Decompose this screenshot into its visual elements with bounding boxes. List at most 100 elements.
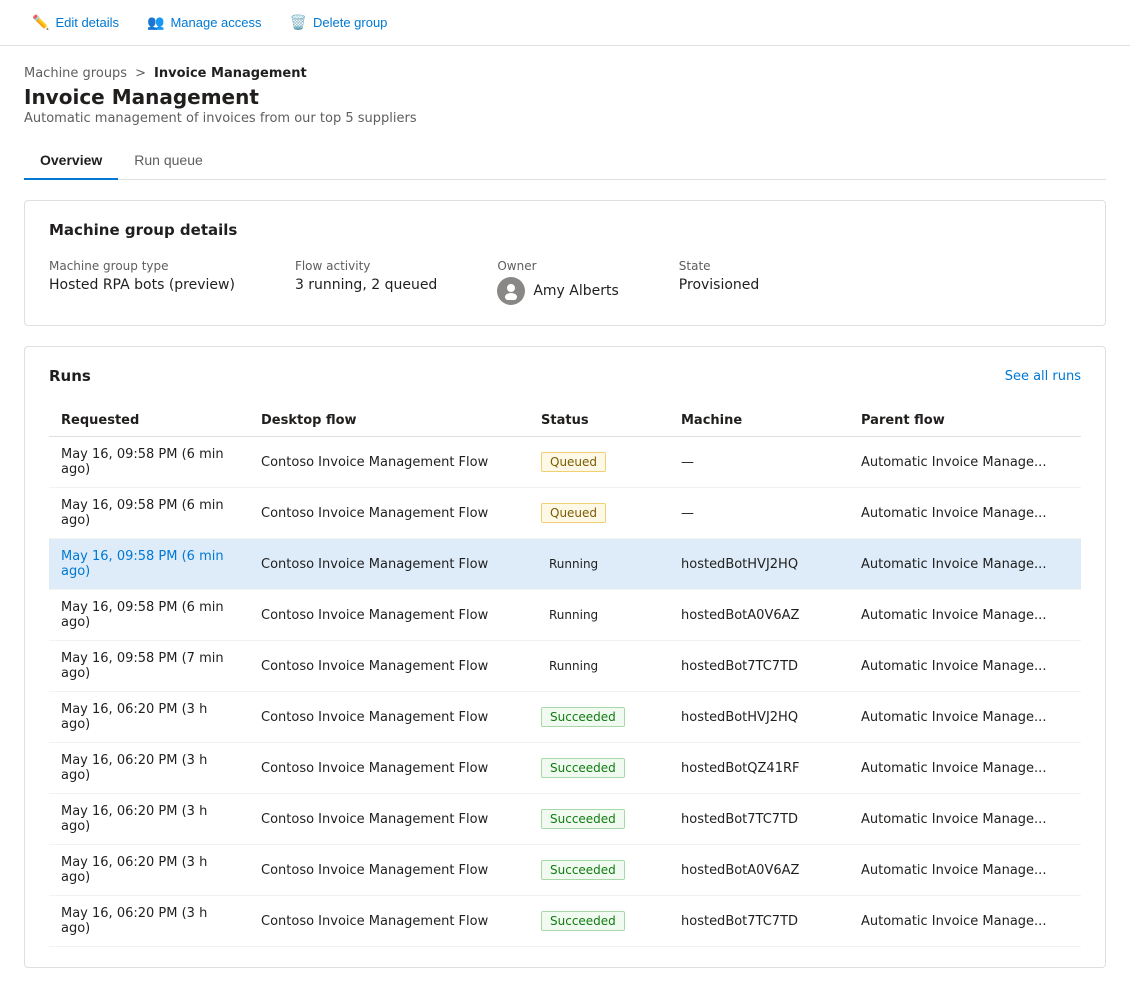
cell-status: Queued bbox=[529, 488, 669, 539]
flow-activity-detail: Flow activity 3 running, 2 queued bbox=[295, 259, 437, 293]
status-badge: Running bbox=[541, 606, 606, 624]
cell-machine: hostedBotA0V6AZ bbox=[669, 590, 849, 641]
see-all-runs-link[interactable]: See all runs bbox=[1005, 369, 1081, 384]
status-badge: Succeeded bbox=[541, 707, 625, 727]
table-row[interactable]: May 16, 09:58 PM (6 min ago) Contoso Invo… bbox=[49, 539, 1081, 590]
cell-desktop-flow: Contoso Invoice Management Flow bbox=[249, 845, 529, 896]
status-badge: Succeeded bbox=[541, 809, 625, 829]
cell-status: Succeeded bbox=[529, 743, 669, 794]
breadcrumb-parent[interactable]: Machine groups bbox=[24, 66, 127, 81]
flow-activity-label: Flow activity bbox=[295, 259, 437, 273]
status-badge: Queued bbox=[541, 503, 606, 523]
cell-desktop-flow: Contoso Invoice Management Flow bbox=[249, 590, 529, 641]
cell-parent-flow: Automatic Invoice Manage... bbox=[849, 845, 1081, 896]
cell-machine: — bbox=[669, 488, 849, 539]
table-row[interactable]: May 16, 09:58 PM (6 min ago)Contoso Invo… bbox=[49, 590, 1081, 641]
state-value: Provisioned bbox=[679, 277, 760, 293]
col-header-desktop-flow: Desktop flow bbox=[249, 405, 529, 437]
cell-machine: hostedBot7TC7TD bbox=[669, 896, 849, 947]
cell-requested[interactable]: May 16, 09:58 PM (6 min ago) bbox=[49, 539, 249, 590]
details-grid: Machine group type Hosted RPA bots (prev… bbox=[49, 259, 1081, 305]
status-badge: Succeeded bbox=[541, 758, 625, 778]
delete-group-button[interactable]: 🗑️ Delete group bbox=[278, 8, 400, 37]
type-value: Hosted RPA bots (preview) bbox=[49, 277, 235, 293]
tab-run-queue[interactable]: Run queue bbox=[118, 142, 219, 180]
cell-requested: May 16, 06:20 PM (3 h ago) bbox=[49, 896, 249, 947]
manage-access-button[interactable]: 👥 Manage access bbox=[135, 8, 274, 37]
cell-status: Succeeded bbox=[529, 692, 669, 743]
cell-requested: May 16, 09:58 PM (6 min ago) bbox=[49, 488, 249, 539]
col-header-parent-flow: Parent flow bbox=[849, 405, 1081, 437]
cell-status: Succeeded bbox=[529, 896, 669, 947]
page-title: Invoice Management bbox=[24, 85, 1106, 109]
cell-machine: hostedBotA0V6AZ bbox=[669, 845, 849, 896]
cell-parent-flow: Automatic Invoice Manage... bbox=[849, 692, 1081, 743]
cell-machine: hostedBotHVJ2HQ bbox=[669, 539, 849, 590]
edit-icon: ✏️ bbox=[32, 14, 49, 31]
type-detail: Machine group type Hosted RPA bots (prev… bbox=[49, 259, 235, 293]
cell-status: Queued bbox=[529, 437, 669, 488]
manage-label: Manage access bbox=[170, 15, 261, 30]
manage-icon: 👥 bbox=[147, 14, 164, 31]
breadcrumb-separator: > bbox=[135, 66, 146, 81]
runs-table: Requested Desktop flow Status Machine Pa… bbox=[49, 405, 1081, 947]
delete-label: Delete group bbox=[313, 15, 387, 30]
table-row[interactable]: May 16, 06:20 PM (3 h ago)Contoso Invoic… bbox=[49, 692, 1081, 743]
state-label: State bbox=[679, 259, 760, 273]
cell-status: Running bbox=[529, 590, 669, 641]
owner-container: Amy Alberts bbox=[497, 277, 618, 305]
cell-parent-flow: Automatic Invoice Manage... bbox=[849, 794, 1081, 845]
cell-machine: hostedBot7TC7TD bbox=[669, 641, 849, 692]
tab-overview[interactable]: Overview bbox=[24, 142, 118, 180]
breadcrumb: Machine groups > Invoice Management bbox=[24, 66, 1106, 81]
runs-title: Runs bbox=[49, 367, 91, 385]
col-header-status: Status bbox=[529, 405, 669, 437]
cell-status: Running bbox=[529, 641, 669, 692]
cell-machine: hostedBotQZ41RF bbox=[669, 743, 849, 794]
table-row[interactable]: May 16, 06:20 PM (3 h ago)Contoso Invoic… bbox=[49, 743, 1081, 794]
cell-parent-flow: Automatic Invoice Manage... bbox=[849, 590, 1081, 641]
machine-group-details-card: Machine group details Machine group type… bbox=[24, 200, 1106, 326]
cell-status: Succeeded bbox=[529, 845, 669, 896]
runs-card: Runs See all runs Requested Desktop flow… bbox=[24, 346, 1106, 968]
cell-machine: hostedBot7TC7TD bbox=[669, 794, 849, 845]
flow-activity-value: 3 running, 2 queued bbox=[295, 277, 437, 293]
tabs-container: Overview Run queue bbox=[24, 142, 1106, 180]
status-badge: Running bbox=[541, 555, 606, 573]
cell-desktop-flow: Contoso Invoice Management Flow bbox=[249, 641, 529, 692]
cell-status: Running bbox=[529, 539, 669, 590]
owner-detail: Owner Amy Alberts bbox=[497, 259, 618, 305]
main-content: Machine groups > Invoice Management Invo… bbox=[0, 46, 1130, 988]
table-row[interactable]: May 16, 06:20 PM (3 h ago)Contoso Invoic… bbox=[49, 896, 1081, 947]
table-row[interactable]: May 16, 06:20 PM (3 h ago)Contoso Invoic… bbox=[49, 794, 1081, 845]
status-badge: Succeeded bbox=[541, 911, 625, 931]
requested-link[interactable]: May 16, 09:58 PM (6 min ago) bbox=[61, 549, 224, 579]
cell-parent-flow: Automatic Invoice Manage... bbox=[849, 743, 1081, 794]
cell-machine: — bbox=[669, 437, 849, 488]
cell-desktop-flow: Contoso Invoice Management Flow bbox=[249, 692, 529, 743]
table-row[interactable]: May 16, 09:58 PM (6 min ago)Contoso Invo… bbox=[49, 488, 1081, 539]
cell-requested: May 16, 09:58 PM (6 min ago) bbox=[49, 437, 249, 488]
owner-label: Owner bbox=[497, 259, 618, 273]
cell-requested: May 16, 09:58 PM (7 min ago) bbox=[49, 641, 249, 692]
cell-desktop-flow: Contoso Invoice Management Flow bbox=[249, 539, 529, 590]
table-body: May 16, 09:58 PM (6 min ago)Contoso Invo… bbox=[49, 437, 1081, 947]
cell-requested: May 16, 06:20 PM (3 h ago) bbox=[49, 692, 249, 743]
table-row[interactable]: May 16, 06:20 PM (3 h ago)Contoso Invoic… bbox=[49, 845, 1081, 896]
cell-desktop-flow: Contoso Invoice Management Flow bbox=[249, 743, 529, 794]
details-card-title: Machine group details bbox=[49, 221, 1081, 239]
cell-parent-flow: Automatic Invoice Manage... bbox=[849, 539, 1081, 590]
type-label: Machine group type bbox=[49, 259, 235, 273]
status-badge: Running bbox=[541, 657, 606, 675]
breadcrumb-current: Invoice Management bbox=[154, 66, 307, 81]
table-row[interactable]: May 16, 09:58 PM (6 min ago)Contoso Invo… bbox=[49, 437, 1081, 488]
status-badge: Succeeded bbox=[541, 860, 625, 880]
edit-details-button[interactable]: ✏️ Edit details bbox=[20, 8, 131, 37]
cell-requested: May 16, 06:20 PM (3 h ago) bbox=[49, 845, 249, 896]
page-subtitle: Automatic management of invoices from ou… bbox=[24, 111, 1106, 126]
cell-parent-flow: Automatic Invoice Manage... bbox=[849, 488, 1081, 539]
cell-parent-flow: Automatic Invoice Manage... bbox=[849, 896, 1081, 947]
table-row[interactable]: May 16, 09:58 PM (7 min ago)Contoso Invo… bbox=[49, 641, 1081, 692]
cell-requested: May 16, 06:20 PM (3 h ago) bbox=[49, 794, 249, 845]
cell-requested: May 16, 09:58 PM (6 min ago) bbox=[49, 590, 249, 641]
